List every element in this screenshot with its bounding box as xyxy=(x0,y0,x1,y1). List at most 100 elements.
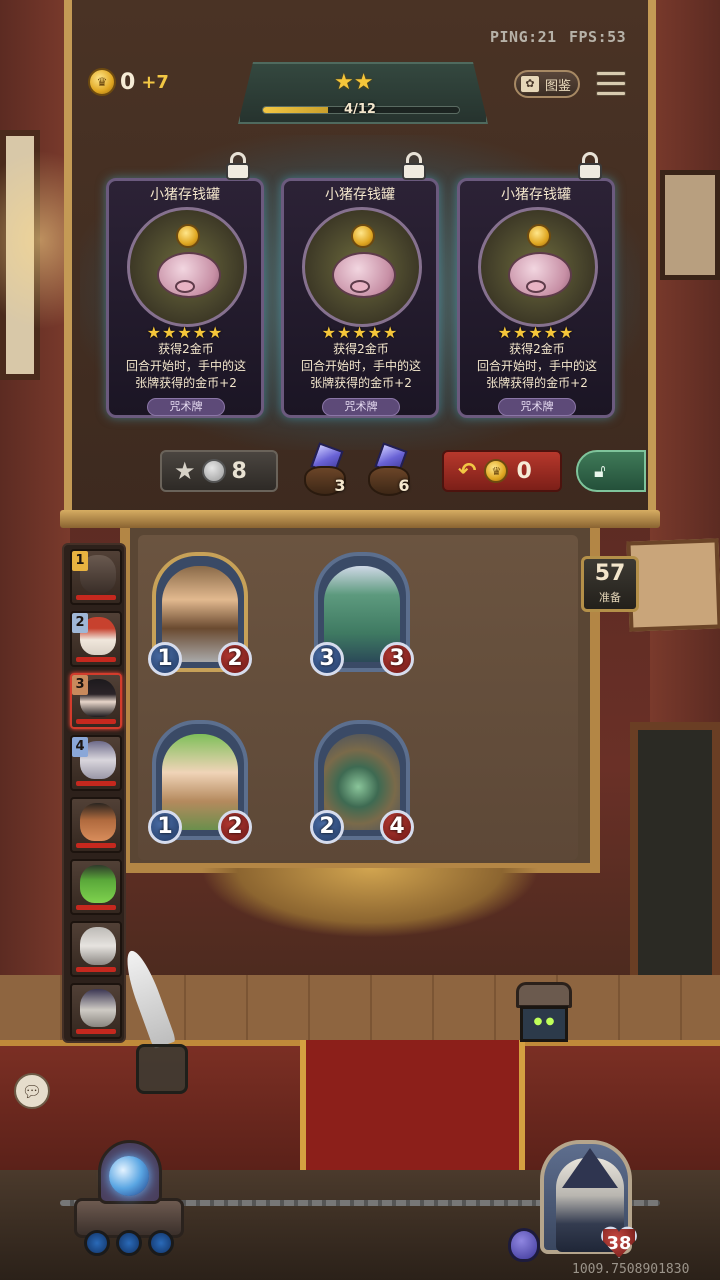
minion-health: 4 xyxy=(380,810,414,844)
piggy-bank-icon xyxy=(157,252,221,298)
menu-bar-icon xyxy=(596,80,626,86)
gold-income: +7 xyxy=(141,71,169,93)
card-desc-line: 获得2金币 xyxy=(158,342,214,356)
shop-card[interactable]: 小猪存钱罐 ★★★★★ 获得2金币 回合开始时，手中的这 张牌获得的金币+2 咒… xyxy=(457,178,615,418)
tier-stars-icon: ★★ xyxy=(334,70,374,95)
minion-health: 2 xyxy=(218,810,252,844)
coin-icon xyxy=(527,224,551,248)
shop-card[interactable]: 小猪存钱罐 ★★★★★ 获得2金币 回合开始时，手中的这 张牌获得的金币+2 咒… xyxy=(281,178,439,418)
upgrade-tavern-button[interactable]: ★ 8 xyxy=(160,450,278,492)
gold-amount: 0 xyxy=(120,69,136,95)
minion-attack: 1 xyxy=(148,642,182,676)
lock-icon[interactable] xyxy=(400,152,428,180)
card-desc-line: 张牌获得的金币+2 xyxy=(486,376,588,390)
minion-card[interactable]: 3 3 xyxy=(310,552,414,680)
wheel-icon xyxy=(116,1230,142,1256)
silver-coin-icon xyxy=(201,459,226,483)
shelf-divider xyxy=(60,510,660,528)
orb-machine[interactable] xyxy=(74,1140,184,1256)
chat-button[interactable]: 💬︎ xyxy=(14,1073,50,1109)
card-desc-line: 回合开始时，手中的这 xyxy=(476,359,597,373)
menu-button[interactable] xyxy=(596,68,626,98)
crown-coin-icon: ♛ xyxy=(484,459,509,483)
minion-card[interactable]: 1 2 xyxy=(148,720,252,848)
player-avatar xyxy=(80,989,116,1027)
rank-badge: 1 xyxy=(72,551,88,571)
ping-readout: PING:21 xyxy=(490,28,557,46)
card-type: 咒术牌 xyxy=(498,398,576,416)
player-slot[interactable] xyxy=(70,983,122,1039)
player-hp-bar xyxy=(76,781,116,786)
card-name: 小猪存钱罐 xyxy=(150,187,220,203)
rank-badge: 2 xyxy=(72,613,88,633)
card-type: 咒术牌 xyxy=(147,398,225,416)
menu-bar-icon xyxy=(596,90,626,96)
refresh-shop-button[interactable]: ↶ ♛ 0 xyxy=(442,450,562,492)
player-slot[interactable] xyxy=(70,921,122,977)
codex-label: 图鉴 xyxy=(545,78,572,94)
minion-attack: 2 xyxy=(310,810,344,844)
book-icon: ✿ xyxy=(520,75,540,93)
turn-timer: 57 准备 xyxy=(581,556,639,612)
card-desc-line: 张牌获得的金币+2 xyxy=(135,376,237,390)
card-description: 获得2金币 回合开始时，手中的这 张牌获得的金币+2 xyxy=(468,341,606,392)
player-slot[interactable] xyxy=(70,797,122,853)
player-hp-bar xyxy=(76,657,116,662)
unlock-icon: 🔓︎ xyxy=(594,460,606,482)
player-roster: 1 2 3 4 xyxy=(62,543,126,1043)
tier-progress-fill xyxy=(263,107,328,113)
upgrade-cost: 8 xyxy=(231,458,247,484)
piggy-bank-icon xyxy=(332,252,396,298)
refresh-arrow-icon: ↶ xyxy=(458,458,477,484)
board-crest xyxy=(200,868,540,938)
card-name: 小猪存钱罐 xyxy=(501,187,571,203)
card-art xyxy=(478,207,598,327)
lock-icon[interactable] xyxy=(224,152,252,180)
gem-bag-small[interactable]: 3 xyxy=(302,442,354,498)
card-description: 获得2金币 回合开始时，手中的这 张牌获得的金币+2 xyxy=(117,341,255,392)
player-hp-bar xyxy=(76,905,116,910)
card-desc-line: 回合开始时，手中的这 xyxy=(300,359,421,373)
player-avatar xyxy=(80,927,116,965)
rank-badge: 3 xyxy=(72,675,88,695)
card-description: 获得2金币 回合开始时，手中的这 张牌获得的金币+2 xyxy=(292,341,430,392)
card-desc-line: 回合开始时，手中的这 xyxy=(125,359,246,373)
treasure-chest[interactable]: ● ● xyxy=(516,982,572,1054)
player-slot[interactable]: 4 xyxy=(70,735,122,791)
minion-card[interactable]: 1 2 xyxy=(148,552,252,680)
freeze-shop-button[interactable]: 🔓︎ xyxy=(576,450,646,492)
card-desc-line: 获得2金币 xyxy=(333,342,389,356)
piggy-bank-icon xyxy=(508,252,572,298)
wall-sign xyxy=(626,538,720,632)
coin-icon xyxy=(351,224,375,248)
wall-picture-right xyxy=(660,170,720,280)
menu-bar-icon xyxy=(596,70,626,76)
card-stars: ★★★★★ xyxy=(321,323,399,342)
codex-button[interactable]: ✿ 图鉴 xyxy=(514,70,580,98)
card-stars: ★★★★★ xyxy=(146,323,224,342)
card-art xyxy=(302,207,422,327)
rank-badge: 4 xyxy=(72,737,88,757)
gold-counter: ♛ 0 +7 xyxy=(88,68,169,96)
quill-inkwell xyxy=(119,946,192,1098)
shop-card[interactable]: 小猪存钱罐 ★★★★★ 获得2金币 回合开始时，手中的这 张牌获得的金币+2 咒… xyxy=(106,178,264,418)
player-hp-bar xyxy=(76,595,116,600)
minion-card[interactable]: 2 4 xyxy=(310,720,414,848)
player-slot[interactable]: 2 xyxy=(70,611,122,667)
counter-banner xyxy=(300,1040,525,1180)
timer-label: 准备 xyxy=(599,591,621,604)
player-hp-bar xyxy=(76,1029,116,1034)
hero-armor-icon xyxy=(508,1228,540,1262)
player-slot[interactable]: 1 xyxy=(70,549,122,605)
gem-bag-large[interactable]: 6 xyxy=(366,442,418,498)
player-slot[interactable] xyxy=(70,859,122,915)
lock-icon[interactable] xyxy=(576,152,604,180)
minion-health: 3 xyxy=(380,642,414,676)
crystal-orb-icon xyxy=(109,1156,149,1196)
player-hp-bar xyxy=(76,843,116,848)
card-type: 咒术牌 xyxy=(322,398,400,416)
player-slot[interactable]: 3 xyxy=(70,673,122,729)
card-desc-line: 获得2金币 xyxy=(509,342,565,356)
minion-attack: 1 xyxy=(148,810,182,844)
gem-count: 3 xyxy=(334,476,346,495)
